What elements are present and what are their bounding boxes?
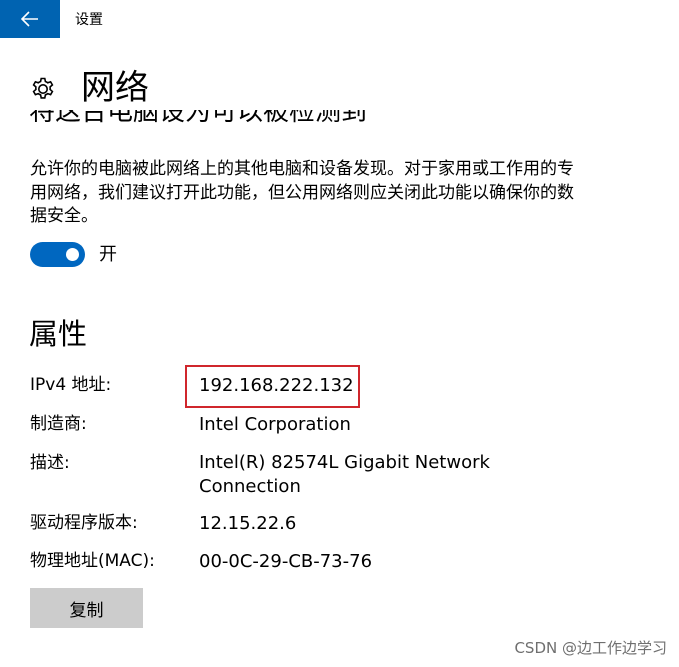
window-title: 设置 <box>75 12 103 28</box>
prop-label-manufacturer: 制造商: <box>30 414 87 434</box>
toggle-knob <box>66 248 79 261</box>
discovery-heading: 将这台电脑设为可以被检测到 <box>29 110 368 127</box>
ipv4-highlight-box <box>185 365 360 408</box>
toggle-state-label: 开 <box>99 244 117 265</box>
prop-label-mac: 物理地址(MAC): <box>30 551 155 571</box>
discovery-description: 允许你的电脑被此网络上的其他电脑和设备发现。对于家用或工作用的专用网络，我们建议… <box>30 159 574 226</box>
copy-button[interactable]: 复制 <box>30 588 143 628</box>
back-arrow-icon <box>21 11 38 27</box>
back-button[interactable] <box>0 0 60 38</box>
watermark-text: CSDN @边工作边学习 <box>514 639 667 657</box>
prop-value-manufacturer: Intel Corporation <box>199 414 351 435</box>
prop-label-ipv4: IPv4 地址: <box>30 375 112 395</box>
prop-value-mac: 00-0C-29-CB-73-76 <box>199 551 373 572</box>
page-title: 网络 <box>81 68 149 108</box>
discovery-toggle[interactable] <box>30 242 85 267</box>
prop-label-driver-version: 驱动程序版本: <box>30 513 138 533</box>
properties-title: 属性 <box>29 317 88 351</box>
prop-value-driver-version: 12.15.22.6 <box>199 513 297 534</box>
prop-value-description: Intel(R) 82574L Gigabit Network Connecti… <box>199 452 490 497</box>
gear-icon <box>32 77 54 99</box>
discovery-heading-container: 将这台电脑设为可以被检测到 <box>0 110 679 132</box>
prop-label-description: 描述: <box>30 453 70 473</box>
